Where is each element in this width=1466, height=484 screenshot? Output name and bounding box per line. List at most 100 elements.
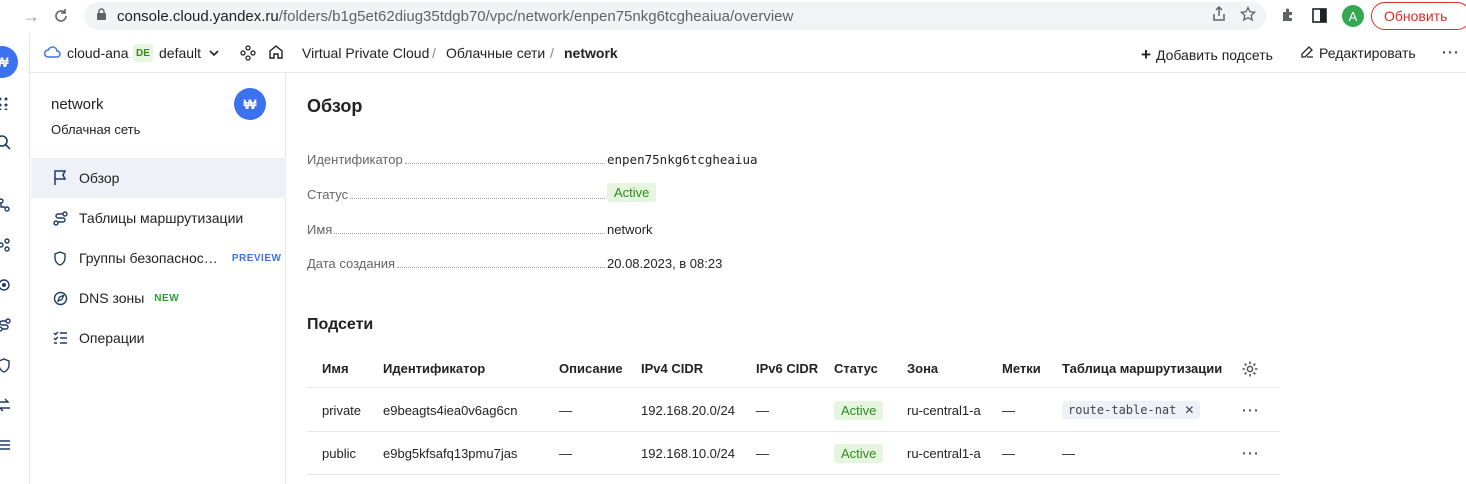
url-host: console.cloud.yandex.ru [117,7,279,25]
shield-icon [51,249,69,267]
network-type: Облачная сеть [51,122,141,137]
subnet-ipv4: 192.168.20.0/24 [641,402,735,418]
breadcrumb-separator: / [432,45,436,61]
column-header[interactable]: Имя [322,350,349,387]
home-icon[interactable] [268,44,284,63]
route-icon[interactable] [0,313,16,337]
bookmark-star-icon[interactable] [1239,5,1257,26]
sidebar-item-security-groups[interactable]: Группы безопаснос… PREVIEW [31,238,286,278]
update-browser-button[interactable]: Обновить ⋮ [1371,2,1466,30]
add-subnet-button[interactable]: + Добавить подсеть [1141,45,1273,65]
service-map-icon[interactable] [240,45,256,64]
column-header[interactable]: Описание [559,350,623,387]
folder-selector[interactable]: default [159,45,201,61]
breadcrumb-networks[interactable]: Облачные сети [446,45,545,61]
sidebar-item-overview[interactable]: Обзор [31,158,286,198]
edit-button[interactable]: Редактировать [1301,45,1416,61]
column-header[interactable]: Идентификатор [383,350,485,387]
subnets-title: Подсети [307,316,374,333]
network-name-value: network [607,222,653,237]
sidebar-item-label: Таблицы маршрутизации [79,210,244,226]
update-browser-label: Обновить [1384,8,1448,24]
route-table-tag: route-table-nat ✕ [1062,389,1201,431]
browser-toolbar: → console.cloud.yandex.ru/folders/b1g5et… [0,0,1466,33]
subnet-id: e9bg5kfsafq13pmu7jas [383,445,518,461]
checklist-icon [51,329,69,347]
extensions-icon[interactable] [1280,7,1296,26]
row-actions-more-icon[interactable]: ⋯ [1241,432,1260,474]
side-panel-icon[interactable] [1312,8,1327,26]
network-name: network [51,96,104,113]
more-horizontal-icon[interactable]: ⋯ [1441,42,1459,63]
subnet-ipv6: — [756,402,769,418]
column-header[interactable]: IPv6 CIDR [756,350,818,387]
services-grid-icon[interactable] [0,91,16,115]
plus-icon: + [1141,45,1151,64]
overview-content: Обзор Идентификатор enpen75nkg6tcgheaiua… [287,74,1466,484]
search-icon[interactable] [0,131,16,155]
page-title: Обзор [307,96,363,116]
status-badge: Active [834,389,884,431]
share-nodes-icon[interactable] [0,233,16,257]
table-header: Имя Идентификатор Описание IPv4 CIDR IPv… [307,350,1280,388]
route-table-link[interactable]: route-table-nat [1068,403,1176,417]
network-id-value: enpen75nkg6tcgheaiua [607,152,758,167]
forward-icon[interactable]: → [20,5,42,27]
preview-badge: PREVIEW [231,252,282,264]
transfer-icon[interactable] [0,393,16,417]
shield-icon[interactable] [0,353,16,377]
subnet-labels: — [1002,445,1015,461]
reload-icon[interactable] [50,5,72,27]
row-actions-more-icon[interactable]: ⋯ [1241,389,1260,431]
network-sidebar: network Облачная сеть ₩ Обзор Таблицы ма… [31,74,286,484]
subnet-description: — [559,402,572,418]
field-label-created: Дата создания [307,256,607,271]
console-header: cloud-ana DE default Virtual Private Clo… [30,33,1466,73]
sidebar-item-label: Группы безопаснос… [79,250,218,266]
network-icon[interactable] [0,193,16,217]
subnet-description: — [559,445,572,461]
sidebar-item-dns-zones[interactable]: DNS зоны NEW [31,278,286,318]
subnet-name: public [322,445,356,461]
subnet-route-table: — [1062,445,1075,461]
share-icon[interactable] [1212,5,1226,26]
subnet-ipv4: 192.168.10.0/24 [641,445,735,461]
app-rail: ₩ [0,33,30,484]
table-settings-gear-icon[interactable] [1241,350,1259,387]
more-vert-icon: ⋮ [1461,8,1466,25]
breadcrumb-vpc[interactable]: Virtual Private Cloud [302,45,429,61]
address-bar[interactable]: console.cloud.yandex.ru/folders/b1g5et62… [84,2,1266,30]
list-icon[interactable] [0,433,16,457]
folder-badge: DE [133,44,153,62]
close-icon[interactable]: ✕ [1184,403,1194,417]
status-badge: Active [607,183,657,202]
column-header[interactable]: Зона [907,350,938,387]
chevron-down-icon[interactable] [208,46,220,62]
field-label-status: Статус [307,187,607,202]
new-badge: NEW [154,292,180,304]
edit-icon [1301,45,1314,61]
subnet-ipv6: — [756,445,769,461]
column-header[interactable]: Статус [834,350,878,387]
status-badge: Active [834,432,884,474]
compass-icon [51,289,69,307]
subnet-name: private [322,402,362,418]
table-row[interactable]: public e9bg5kfsafq13pmu7jas — 192.168.10… [307,432,1280,475]
profile-avatar[interactable]: A [1342,5,1364,27]
breadcrumb-separator: / [550,45,554,61]
sidebar-item-route-tables[interactable]: Таблицы маршрутизации [31,198,286,238]
vpc-logo-icon[interactable]: ₩ [0,46,18,78]
sidebar-item-operations[interactable]: Операции [31,318,286,358]
add-subnet-label: Добавить подсеть [1155,47,1273,63]
breadcrumb-current: network [564,45,618,61]
column-header[interactable]: Метки [1002,350,1041,387]
table-row[interactable]: private e9beagts4iea0v6ag6cn — 192.168.2… [307,389,1280,432]
route-icon [51,209,69,227]
url-path: /folders/b1g5et62diug35tdgb70/vpc/networ… [278,7,794,25]
field-label-name: Имя [307,222,607,237]
cloud-selector[interactable]: cloud-ana [67,45,129,61]
column-header[interactable]: IPv4 CIDR [641,350,703,387]
sidebar-item-label: Операции [79,330,145,346]
column-header[interactable]: Таблица маршрутизации [1062,350,1222,387]
location-icon[interactable] [0,273,16,297]
